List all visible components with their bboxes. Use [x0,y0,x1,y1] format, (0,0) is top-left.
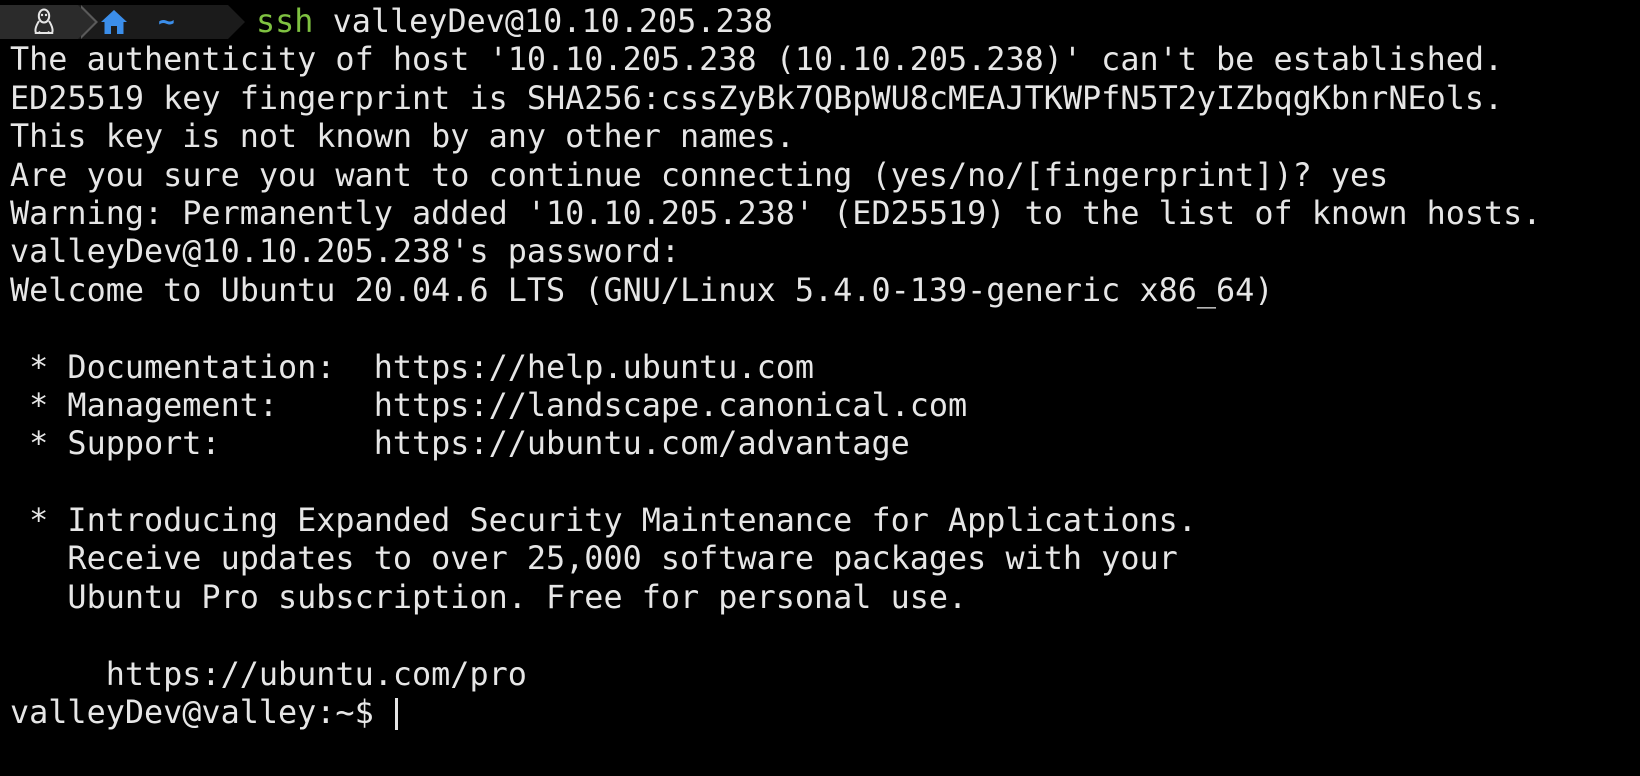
output-line: valleyDev@10.10.205.238's password: [10,233,681,271]
prompt-os-segment [0,5,98,40]
output-line: Warning: Permanently added '10.10.205.23… [10,194,1542,232]
output-line: Receive updates to over 25,000 software … [10,540,1178,578]
output-line: This key is not known by any other names… [10,118,795,156]
cwd-label: ~ [158,5,175,39]
linux-tux-icon [34,8,54,35]
output-line: * Management: https://landscape.canonica… [10,386,968,424]
shell-prompt: valleyDev@valley:~$ [10,694,393,732]
shell-input-line[interactable]: valleyDev@valley:~$ [10,694,1640,732]
output-line: Are you sure you want to continue connec… [10,156,1389,194]
prompt-bar: ~ ssh valleyDev@10.10.205.238 [0,3,1640,41]
text-cursor [394,698,398,731]
output-line: Ubuntu Pro subscription. Free for person… [10,578,968,616]
output-line: * Introducing Expanded Security Maintena… [10,502,1197,540]
prompt-dir-segment: ~ [78,5,245,40]
output-line: https://ubuntu.com/pro [10,655,527,693]
command-name: ssh [256,3,314,40]
output-line: * Documentation: https://help.ubuntu.com [10,348,815,386]
home-icon [101,10,127,35]
terminal-window[interactable]: ~ ssh valleyDev@10.10.205.238 The authen… [0,0,1640,776]
output-line: Welcome to Ubuntu 20.04.6 LTS (GNU/Linux… [10,271,1274,309]
output-line: The authenticity of host '10.10.205.238 … [10,41,1504,79]
output-line: ED25519 key fingerprint is SHA256:cssZyB… [10,79,1504,117]
output-line: * Support: https://ubuntu.com/advantage [10,425,910,463]
command-argument: valleyDev@10.10.205.238 [332,3,773,40]
